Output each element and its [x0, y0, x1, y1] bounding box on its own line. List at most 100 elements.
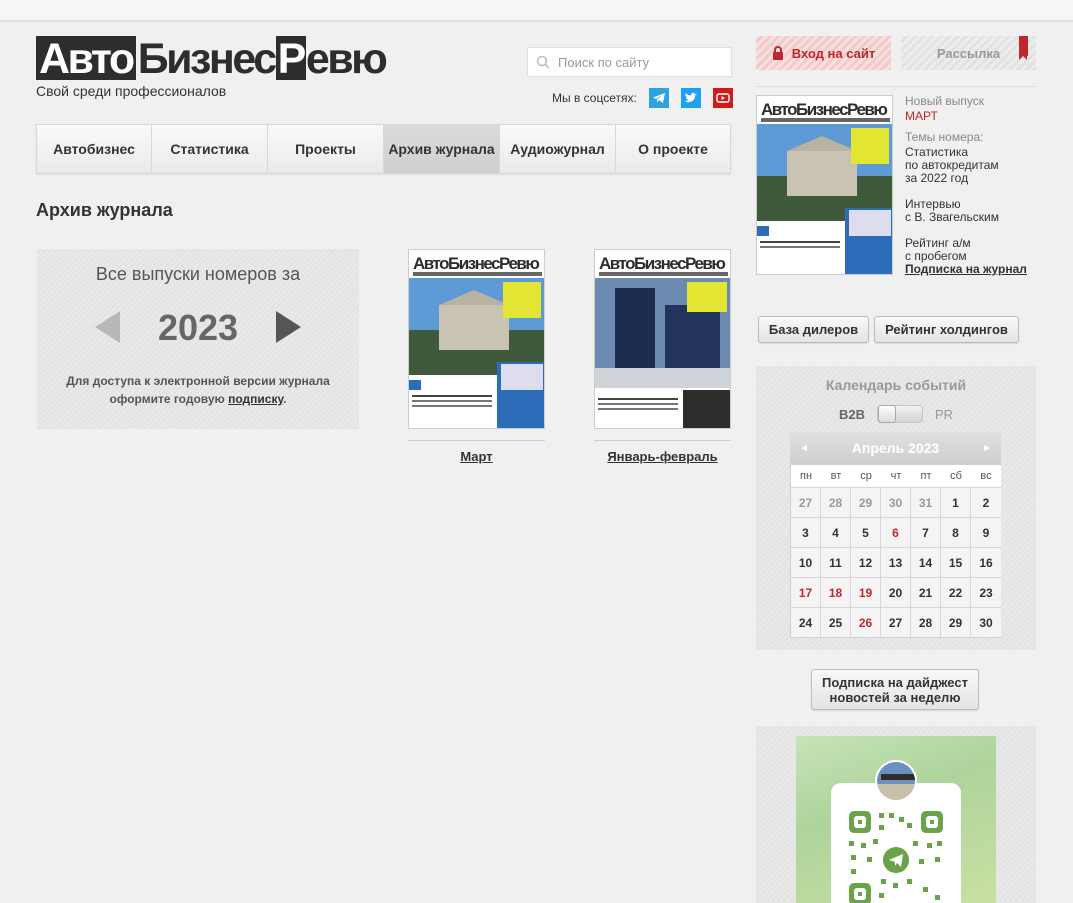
calendar-day[interactable]: 28 [821, 487, 851, 517]
new-issue-month: МАРТ [905, 109, 938, 123]
subscription-note-line1: Для доступа к электронной версии журнала [66, 374, 330, 388]
calendar-day[interactable]: 30 [971, 607, 1001, 637]
issue-divider [408, 440, 545, 441]
calendar-widget: ◄ Апрель 2023 ► пн вт ср чт пт сб вс 27 28 29 30 31… [790, 432, 1001, 638]
calendar-day[interactable]: 17 [791, 577, 821, 607]
weekday-header: сб [941, 465, 971, 487]
year-selector: Все выпуски номеров за 2023 Для доступа … [37, 249, 359, 429]
issue-cover-image[interactable]: АвтоБизнесРевю [408, 249, 545, 429]
calendar-day[interactable]: 1 [941, 487, 971, 517]
topics-label: Темы номера: [905, 130, 984, 144]
calendar-day[interactable]: 7 [911, 517, 941, 547]
calendar-toggle-row: B2B PR [756, 405, 1036, 423]
telegram-icon[interactable] [648, 88, 669, 108]
calendar-day[interactable]: 22 [941, 577, 971, 607]
digest-label-line1: Подписка на дайджест [822, 674, 968, 690]
telegram-qr-banner[interactable] [756, 726, 1036, 903]
tab-audio-journal[interactable]: Аудиожурнал [500, 125, 616, 173]
calendar-day[interactable]: 23 [971, 577, 1001, 607]
calendar-day[interactable]: 27 [881, 607, 911, 637]
calendar-day[interactable]: 21 [911, 577, 941, 607]
weekday-header: чт [881, 465, 911, 487]
main-nav: Автобизнес Статистика Проекты Архив журн… [36, 124, 731, 174]
calendar-day[interactable]: 19 [851, 577, 881, 607]
calendar-day[interactable]: 29 [941, 607, 971, 637]
subscribe-journal-link[interactable]: Подписка на журнал [905, 262, 1027, 276]
holdings-rating-button[interactable]: Рейтинг холдингов [874, 316, 1019, 343]
calendar-day[interactable]: 29 [851, 487, 881, 517]
tab-statistics[interactable]: Статистика [152, 125, 268, 173]
toggle-knob[interactable] [877, 405, 896, 423]
site-logo[interactable]: Авто Бизнес Р евю [36, 35, 396, 83]
calendar-day[interactable]: 28 [911, 607, 941, 637]
new-issue-info: Новый выпуск МАРТ Темы номера: Статистик… [905, 95, 1035, 263]
digest-label-line2: новостей за неделю [829, 689, 961, 705]
calendar-day[interactable]: 31 [911, 487, 941, 517]
subscription-note: Для доступа к электронной версии журнала… [37, 372, 359, 408]
new-issue-cover[interactable]: АвтоБизнесРевю [756, 95, 893, 275]
svg-text:АвтоБизнесРевю: АвтоБизнесРевю [413, 254, 539, 273]
calendar-day[interactable]: 15 [941, 547, 971, 577]
calendar-day[interactable]: 14 [911, 547, 941, 577]
next-month-icon[interactable]: ► [982, 443, 992, 454]
dealers-database-button[interactable]: База дилеров [758, 316, 869, 343]
digest-subscribe-button[interactable]: Подписка на дайджест новостей за неделю [811, 669, 979, 710]
next-year-arrow-icon[interactable] [276, 311, 301, 343]
sidebar-divider [756, 86, 1036, 87]
subscription-link[interactable]: подписку [228, 392, 283, 406]
issue-label-jan-feb[interactable]: Январь-февраль [594, 449, 731, 464]
calendar-day[interactable]: 9 [971, 517, 1001, 547]
calendar-day[interactable]: 25 [821, 607, 851, 637]
calendar-day[interactable]: 26 [851, 607, 881, 637]
login-button[interactable]: Вход на сайт [756, 36, 891, 70]
calendar-day[interactable]: 16 [971, 547, 1001, 577]
tab-journal-archive[interactable]: Архив журнала [384, 125, 500, 173]
calendar-day[interactable]: 6 [881, 517, 911, 547]
issue-card-march[interactable]: АвтоБизнесРевю Март [408, 249, 545, 464]
logo-part-business: Бизнес [137, 35, 277, 83]
events-calendar: Календарь событий B2B PR ◄ Апрель 2023 ►… [756, 366, 1036, 650]
new-issue-label: Новый выпуск [905, 94, 984, 108]
mailing-button[interactable]: Рассылка [901, 36, 1036, 70]
topic-line: с В. Звагельским [905, 210, 1000, 224]
calendar-day[interactable]: 12 [851, 547, 881, 577]
svg-text:АвтоБизнесРевю: АвтоБизнесРевю [761, 100, 887, 119]
calendar-day[interactable]: 5 [851, 517, 881, 547]
top-strip [0, 0, 1073, 22]
issue-label-march[interactable]: Март [408, 449, 545, 464]
calendar-day[interactable]: 11 [821, 547, 851, 577]
calendar-day[interactable]: 13 [881, 547, 911, 577]
tab-projects[interactable]: Проекты [268, 125, 384, 173]
calendar-day[interactable]: 30 [881, 487, 911, 517]
issue-cover-image[interactable]: АвтоБизнесРевю [594, 249, 731, 429]
year-selector-title: Все выпуски номеров за [95, 264, 301, 284]
calendar-grid: пн вт ср чт пт сб вс 27 28 29 30 31 1 2 3 4 5 6 7 8 9 10 11 12 1… [790, 464, 1001, 638]
bookmark-icon [1019, 36, 1028, 60]
calendar-day[interactable]: 20 [881, 577, 911, 607]
calendar-day[interactable]: 18 [821, 577, 851, 607]
weekday-header: вс [971, 465, 1001, 487]
twitter-icon[interactable] [680, 88, 701, 108]
svg-text:АвтоБизнесРевю: АвтоБизнесРевю [599, 254, 725, 273]
page-title: Архив журнала [36, 200, 173, 220]
calendar-day[interactable]: 10 [791, 547, 821, 577]
calendar-day[interactable]: 24 [791, 607, 821, 637]
issue-card-jan-feb[interactable]: АвтоБизнесРевю Январь-февраль [594, 249, 731, 464]
mailing-label: Рассылка [936, 45, 1001, 61]
youtube-icon[interactable] [712, 88, 733, 108]
tab-about[interactable]: О проекте [616, 125, 730, 173]
calendar-day[interactable]: 2 [971, 487, 1001, 517]
b2b-pr-toggle[interactable] [876, 405, 923, 423]
calendar-title: Календарь событий [825, 377, 967, 393]
search-input[interactable] [558, 54, 728, 70]
weekday-header: пн [791, 465, 821, 487]
subscription-note-line2: оформите годовую подписку. [37, 390, 359, 408]
calendar-day[interactable]: 4 [821, 517, 851, 547]
calendar-day[interactable]: 3 [791, 517, 821, 547]
calendar-day[interactable]: 8 [941, 517, 971, 547]
prev-month-icon[interactable]: ◄ [799, 443, 809, 454]
calendar-day[interactable]: 27 [791, 487, 821, 517]
search-box [527, 47, 732, 77]
topic-line: за 2022 год [905, 171, 969, 185]
tab-autobusiness[interactable]: Автобизнес [37, 125, 152, 173]
